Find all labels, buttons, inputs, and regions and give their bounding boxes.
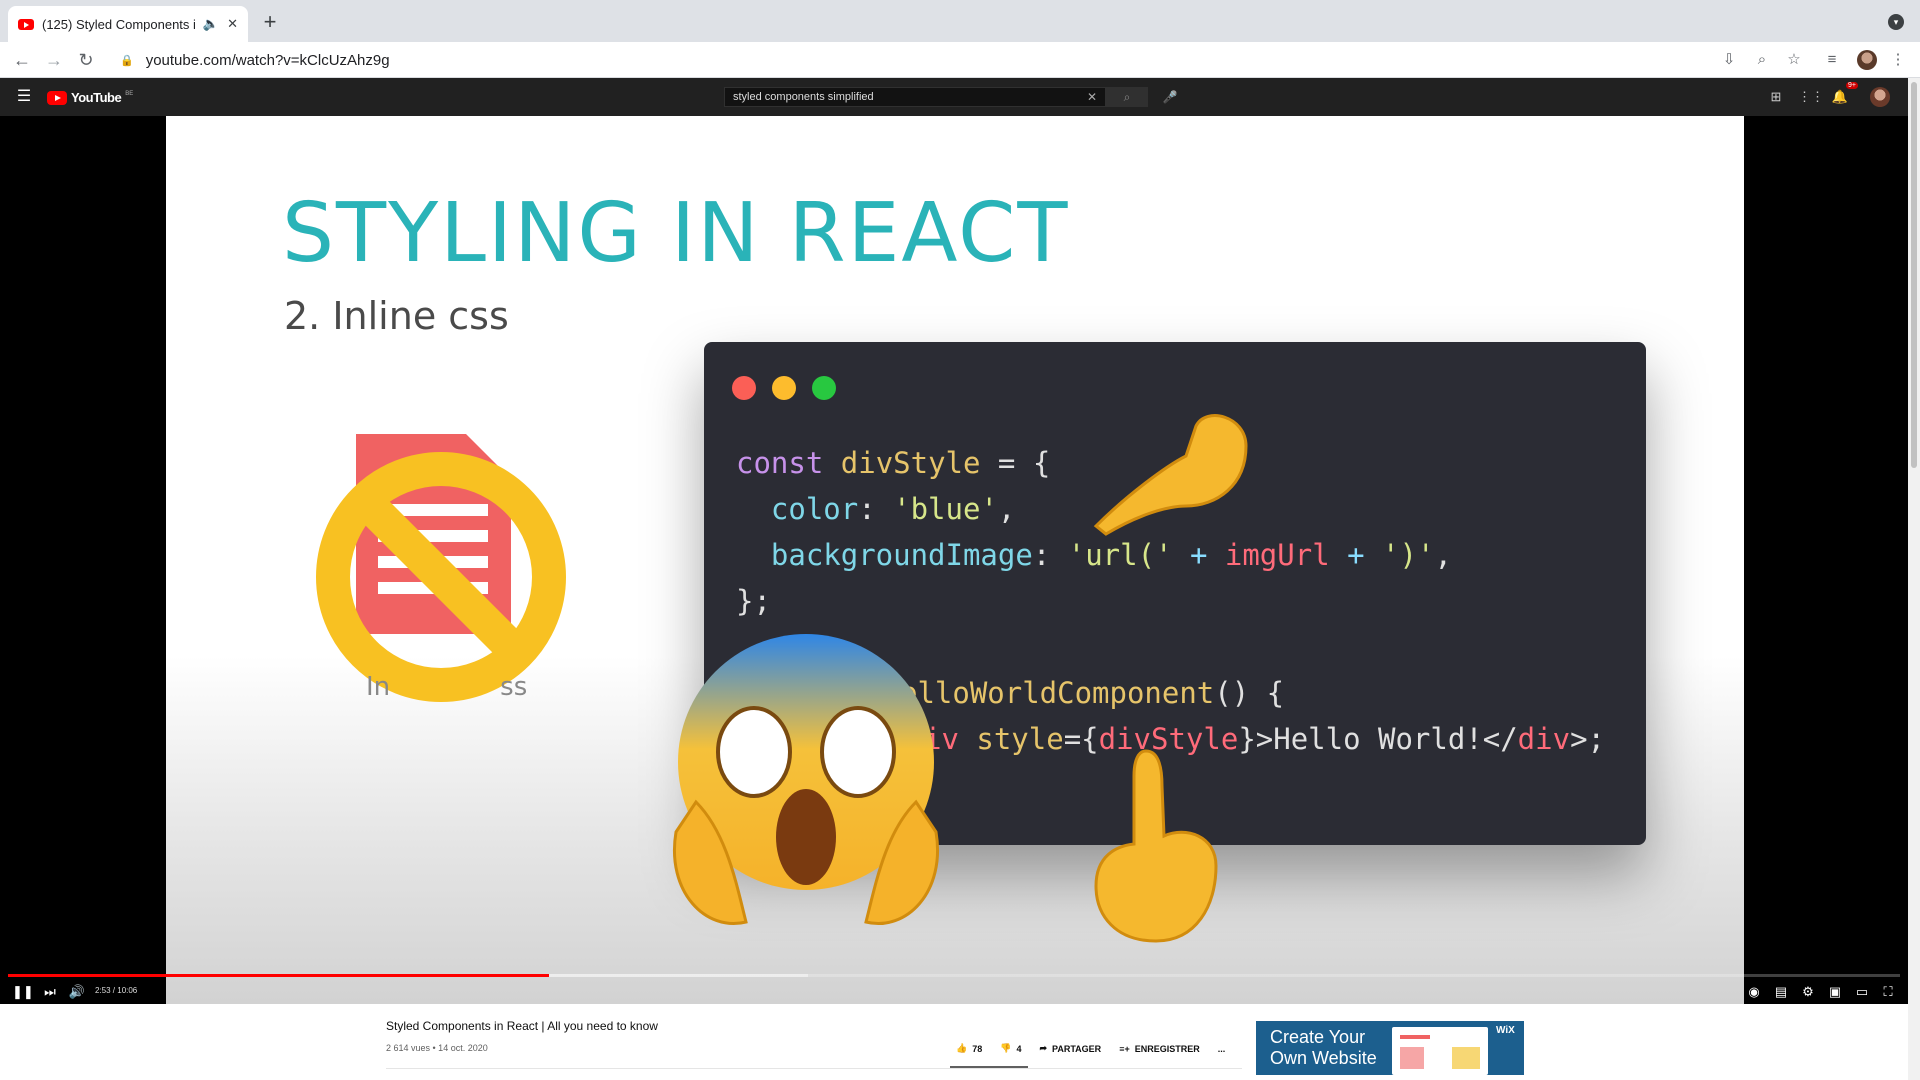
divider [386,1068,1242,1069]
youtube-logo-text: YouTube [71,90,122,105]
share-icon: ➦ [1039,1043,1048,1053]
minimize-dot-icon [772,376,796,400]
slide-title: STYLING IN REACT [282,186,1070,281]
document-label: In ss [366,672,527,702]
country-code: BE [125,90,134,97]
install-icon[interactable]: ⇩ [1719,50,1739,70]
zoom-icon[interactable]: ⌕ [1752,50,1772,70]
thumbs-down-icon: 👎 [1000,1043,1012,1053]
browser-tab[interactable]: (125) Styled Components i 🔈 ✕ [8,6,248,42]
bookmark-star-icon[interactable]: ☆ [1784,50,1804,70]
forward-icon[interactable]: → [42,48,66,72]
youtube-logo-icon [47,90,67,105]
address-bar[interactable]: 🔒 youtube.com/watch?v=kClcUzAhz9g [108,46,1708,74]
lock-icon: 🔒 [120,54,134,67]
player-controls: ❚❚ ⏭ 🔊 2:53 / 10:06 ◉ ▤ ⚙ ▣ ▭ ⛶ [0,980,1908,1004]
dislike-button[interactable]: 👎 4 [1000,1043,1021,1054]
youtube-header: ☰ YouTube BE ✕ ⌕ 🎤 ⊞ ⋮⋮ 🔔 9+ [0,78,1920,116]
video-actions: 👍 78 👎 4 ➦ PARTAGER ≡+ ENREGISTRER ... [956,1043,1225,1054]
video-title: Styled Components in React | All you nee… [386,1019,658,1033]
create-video-icon[interactable]: ⊞ [1766,87,1786,107]
clear-search-icon[interactable]: ✕ [1087,90,1097,104]
browser-tabstrip: (125) Styled Components i 🔈 ✕ + ▾ [0,0,1920,42]
share-label: PARTAGER [1052,1043,1102,1054]
account-avatar[interactable] [1870,87,1890,107]
hamburger-menu-icon[interactable]: ☰ [14,87,34,107]
more-icon: ... [1217,1043,1226,1054]
youtube-logo[interactable]: YouTube BE [47,90,133,105]
next-video-icon[interactable]: ⏭ [40,982,60,1002]
pointing-up-hand-emoji-icon [1094,749,1218,943]
tab-title: (125) Styled Components i [42,16,195,32]
scrollbar-thumb[interactable] [1911,82,1917,468]
progress-played [8,974,550,977]
microphone-icon[interactable]: 🎤 [1160,87,1180,107]
share-button[interactable]: ➦ PARTAGER [1039,1043,1101,1054]
document-label-left: In [366,672,391,702]
thumbs-up-icon: 👍 [956,1043,968,1053]
screaming-face-emoji-icon [673,634,939,925]
code-line-4: }; [736,584,771,618]
back-icon[interactable]: ← [10,48,34,72]
like-button[interactable]: 👍 78 [956,1043,982,1054]
playlist-add-icon: ≡+ [1119,1043,1130,1054]
ad-banner[interactable]: Create Your Own Website WiX [1256,1021,1524,1075]
theater-mode-icon[interactable]: ▭ [1852,982,1872,1002]
save-button[interactable]: ≡+ ENREGISTRER [1119,1044,1200,1054]
search-button[interactable]: ⌕ [1106,87,1148,107]
video-meta: 2 614 vues • 14 oct. 2020 [386,1043,488,1053]
browser-menu-icon[interactable]: ⋮ [1888,50,1908,70]
code-line-3: backgroundImage: 'url(' + imgUrl + ')', [736,538,1452,572]
code-line-7: iv style={divStyle}>Hello World!</div>; [924,722,1605,756]
pause-icon[interactable]: ❚❚ [12,982,34,1002]
ad-text: Create Your Own Website [1270,1027,1377,1068]
subtitles-icon[interactable]: ▤ [1771,982,1791,1002]
prohibited-sign-icon [316,452,566,702]
volume-icon[interactable]: 🔊 [67,982,87,1002]
browser-toolbar: ← → ↻ 🔒 youtube.com/watch?v=kClcUzAhz9g … [0,42,1920,78]
video-player[interactable]: STYLING IN REACT 2. Inline css In ss cons… [0,116,1908,1004]
video-frame: STYLING IN REACT 2. Inline css In ss cons… [166,116,1744,1004]
mute-tab-icon[interactable]: 🔈 [203,16,219,32]
document-label-right: ss [500,672,528,702]
apps-grid-icon[interactable]: ⋮⋮ [1798,87,1824,107]
miniplayer-icon[interactable]: ▣ [1825,982,1845,1002]
notifications-bell-icon[interactable]: 🔔 [1830,87,1850,107]
save-label: ENREGISTRER [1134,1043,1200,1054]
ad-brand: WiX [1496,1025,1515,1036]
pointing-hand-emoji-icon [1093,414,1248,536]
profile-avatar[interactable] [1857,50,1877,70]
tab-search-icon[interactable]: ▾ [1888,14,1904,30]
fullscreen-icon[interactable]: ⛶ [1878,982,1898,1002]
search-input[interactable] [733,91,1087,103]
reload-icon[interactable]: ↻ [74,48,98,72]
youtube-favicon-icon [18,18,34,30]
like-count: 78 [972,1043,983,1054]
settings-gear-icon[interactable]: ⚙ [1798,982,1818,1002]
autoplay-toggle-icon[interactable]: ◉ [1744,982,1764,1002]
notification-count-badge: 9+ [1846,82,1858,89]
ad-preview-image [1392,1027,1488,1075]
url-text[interactable]: youtube.com/watch?v=kClcUzAhz9g [146,52,390,69]
code-line-2: color: 'blue', [736,492,1016,526]
media-control-icon[interactable]: ≡ [1822,50,1842,70]
code-line-1: const divStyle = { [736,446,1051,480]
code-line-6: elloWorldComponent() { [900,676,1285,710]
more-actions-button[interactable]: ... [1218,1044,1226,1054]
dislike-count: 4 [1016,1043,1022,1054]
close-tab-icon[interactable]: ✕ [227,16,238,32]
close-dot-icon [732,376,756,400]
maximize-dot-icon [812,376,836,400]
search-box[interactable]: ✕ [724,87,1106,107]
new-tab-button[interactable]: + [258,9,282,35]
slide-subtitle: 2. Inline css [284,294,509,338]
time-display: 2:53 / 10:06 [95,986,138,995]
